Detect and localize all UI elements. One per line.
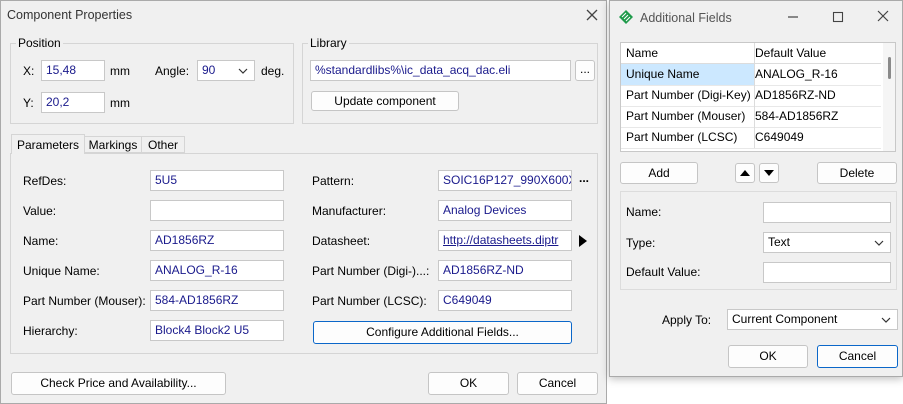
- position-group-label: Position: [16, 36, 63, 50]
- field-type-label: Type:: [626, 236, 656, 250]
- default-value-input[interactable]: [763, 262, 891, 283]
- field-name-label: Name:: [626, 205, 662, 219]
- tab-parameters-label: Parameters: [16, 138, 80, 152]
- tab-other[interactable]: Other: [142, 136, 185, 153]
- apply-to-value: Current Component: [732, 312, 838, 326]
- x-label: X:: [23, 64, 35, 78]
- field-type-select[interactable]: Text: [763, 232, 891, 253]
- delete-field-button[interactable]: Delete: [817, 162, 897, 184]
- chevron-down-icon: [881, 317, 891, 323]
- arrow-down-icon: [764, 170, 774, 176]
- part-number-lcsc-label: Part Number (LCSC):: [312, 294, 427, 308]
- pattern-input[interactable]: SOIC16P127_990X600X: [438, 170, 572, 191]
- table-row[interactable]: Unique Name ANALOG_R-16: [621, 64, 881, 86]
- library-group-label: Library: [308, 36, 349, 50]
- table-body: Unique Name ANALOG_R-16 Part Number (Dig…: [621, 64, 881, 151]
- table-row[interactable]: Part Number (LCSC) C649049: [621, 127, 881, 149]
- part-number-mouser-input[interactable]: 584-AD1856RZ: [150, 290, 284, 311]
- row-value-cell: 584-AD1856RZ: [755, 109, 839, 123]
- angle-unit: deg.: [261, 64, 285, 78]
- close-icon[interactable]: [584, 7, 600, 23]
- datasheet-label: Datasheet:: [312, 234, 371, 248]
- table-header: Name Default Value: [621, 43, 881, 64]
- row-value-cell: C649049: [755, 130, 804, 144]
- refdes-input[interactable]: 5U5: [150, 170, 284, 191]
- update-component-button[interactable]: Update component: [311, 91, 459, 111]
- tab-parameters[interactable]: Parameters: [11, 134, 85, 154]
- ok-button[interactable]: OK: [428, 372, 509, 395]
- fields-ok-button[interactable]: OK: [728, 345, 808, 368]
- part-number-mouser-label: Part Number (Mouser):: [23, 294, 146, 308]
- check-price-button[interactable]: Check Price and Availability...: [11, 372, 226, 395]
- column-header-default-value[interactable]: Default Value: [750, 43, 885, 64]
- add-field-button[interactable]: Add: [620, 162, 698, 184]
- field-type-value: Text: [768, 235, 791, 249]
- component-properties-dialog: Component Properties Position X: 15,48 m…: [0, 0, 607, 404]
- default-value-label: Default Value:: [626, 265, 701, 279]
- part-number-digi-label: Part Number (Digi-)...:: [312, 264, 430, 278]
- row-value-cell: AD1856RZ-ND: [755, 88, 836, 102]
- pattern-label: Pattern:: [312, 174, 355, 188]
- value-input[interactable]: [150, 200, 284, 221]
- move-up-button[interactable]: [735, 163, 755, 183]
- row-name-cell: Part Number (LCSC): [621, 127, 755, 148]
- unique-name-input[interactable]: ANALOG_R-16: [150, 260, 284, 281]
- tab-other-label: Other: [147, 138, 178, 152]
- row-value-cell: ANALOG_R-16: [755, 67, 838, 81]
- part-number-lcsc-input[interactable]: C649049: [438, 290, 572, 311]
- angle-select[interactable]: 90: [197, 60, 255, 81]
- x-unit: mm: [110, 64, 130, 78]
- table-row[interactable]: Part Number (Digi-Key) AD1856RZ-ND: [621, 85, 881, 107]
- column-header-name[interactable]: Name: [621, 43, 755, 64]
- unique-name-label: Unique Name:: [23, 264, 100, 278]
- refdes-label: RefDes:: [23, 174, 67, 188]
- close-icon[interactable]: [876, 9, 890, 23]
- scrollbar-thumb[interactable]: [888, 57, 891, 79]
- library-group: [302, 43, 598, 124]
- name-input[interactable]: AD1856RZ: [150, 230, 284, 251]
- maximize-icon[interactable]: [831, 10, 845, 24]
- minimize-icon[interactable]: [786, 10, 800, 24]
- tab-markings-label: Markings: [88, 138, 138, 152]
- field-name-input[interactable]: [763, 202, 891, 223]
- apply-to-select[interactable]: Current Component: [727, 309, 898, 330]
- part-number-digi-input[interactable]: AD1856RZ-ND: [438, 260, 572, 281]
- library-browse-button[interactable]: ...: [575, 60, 595, 81]
- row-name-cell: Part Number (Digi-Key): [621, 85, 755, 106]
- hierarchy-label: Hierarchy:: [23, 324, 78, 338]
- y-label: Y:: [23, 96, 34, 110]
- chevron-down-icon: [238, 68, 248, 74]
- hierarchy-input[interactable]: Block4 Block2 U5: [150, 320, 284, 341]
- x-input[interactable]: 15,48: [41, 60, 105, 81]
- move-down-button[interactable]: [759, 163, 779, 183]
- manufacturer-input[interactable]: Analog Devices: [438, 200, 572, 221]
- fields-table[interactable]: Name Default Value Unique Name ANALOG_R-…: [620, 42, 896, 152]
- fields-cancel-button[interactable]: Cancel: [817, 345, 898, 368]
- row-name-cell: Part Number (Mouser): [621, 106, 755, 127]
- row-name-cell: Unique Name: [621, 64, 755, 85]
- open-datasheet-arrow-icon[interactable]: [578, 234, 588, 248]
- datasheet-input[interactable]: http://datasheets.diptr: [438, 230, 572, 251]
- table-scrollbar[interactable]: [883, 43, 895, 151]
- y-input[interactable]: 20,2: [41, 92, 105, 113]
- app-logo-icon: [618, 9, 634, 25]
- dialog-title: Component Properties: [7, 8, 133, 22]
- configure-additional-fields-button[interactable]: Configure Additional Fields...: [313, 321, 572, 344]
- y-unit: mm: [110, 96, 130, 110]
- table-row[interactable]: Part Number (Mouser) 584-AD1856RZ: [621, 106, 881, 128]
- arrow-up-icon: [740, 170, 750, 176]
- apply-to-label: Apply To:: [662, 313, 712, 327]
- manufacturer-label: Manufacturer:: [312, 204, 387, 218]
- pattern-more-button[interactable]: ...: [579, 171, 589, 185]
- additional-fields-dialog: Additional Fields Name Default Value Uni…: [609, 0, 903, 377]
- angle-value: 90: [202, 63, 216, 77]
- library-path-input[interactable]: %standardlibs%\ic_data_acq_dac.eli: [310, 60, 571, 81]
- chevron-down-icon: [874, 240, 884, 246]
- cancel-button[interactable]: Cancel: [517, 372, 598, 395]
- tab-markings[interactable]: Markings: [85, 136, 142, 153]
- angle-label: Angle:: [155, 64, 190, 78]
- value-label: Value:: [23, 204, 57, 218]
- fields-dialog-title: Additional Fields: [640, 11, 732, 25]
- name-label: Name:: [23, 234, 59, 248]
